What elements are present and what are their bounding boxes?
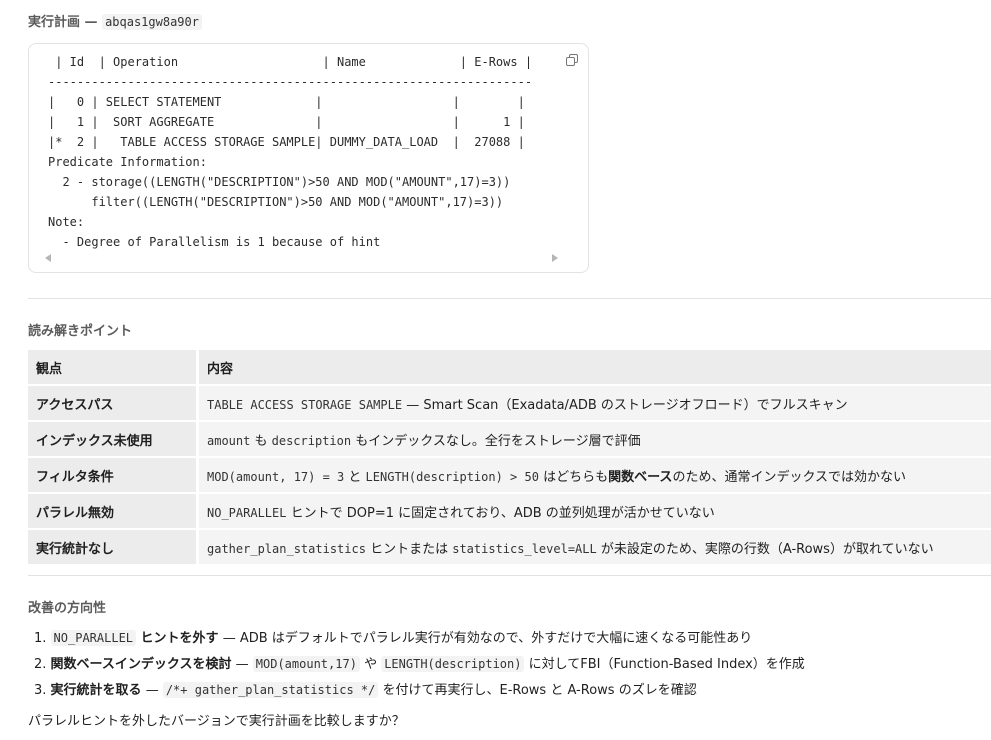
plan-heading-label: 実行計画 —	[28, 15, 98, 30]
improve-heading: 改善の方向性	[28, 601, 107, 616]
row-value: MOD(amount, 17) = 3 と LENGTH(description…	[199, 458, 991, 494]
code-span: description	[271, 433, 352, 448]
divider	[28, 298, 991, 299]
bold-span: 関数ベース	[608, 469, 673, 485]
code-span: /*+ gather_plan_statistics */	[162, 682, 379, 698]
bold-span: 実行統計を取る	[50, 683, 142, 698]
row-value: gather_plan_statistics ヒントまたは statistics…	[199, 530, 991, 566]
sql-id: abqas1gw8a90r	[102, 14, 202, 30]
bold-span: 関数ベースインデックスを検討	[50, 657, 232, 672]
plan-heading: 実行計画 — abqas1gw8a90r	[28, 11, 202, 30]
row-value: NO_PARALLEL ヒントで DOP=1 に固定されており、ADB の並列処…	[199, 494, 991, 530]
points-table: 観点 内容 アクセスパス TABLE ACCESS STORAGE SAMPLE…	[28, 350, 991, 566]
code-span: MOD(amount,17)	[252, 656, 360, 672]
text-span: — Smart Scan（Exadata/ADB のストレージオフロード）でフル…	[402, 397, 848, 413]
code-span: NO_PARALLEL	[207, 505, 287, 520]
plan-text: | Id | Operation | Name | E-Rows | -----…	[48, 55, 533, 249]
text-span: が未設定のため、実際の行数（A-Rows）が取れていない	[596, 541, 934, 557]
row-key: アクセスパス	[28, 386, 199, 422]
list-number: 1.	[34, 631, 47, 646]
row-key: インデックス未使用	[28, 422, 199, 458]
header-content: 内容	[199, 350, 991, 386]
table-row: 実行統計なし gather_plan_statistics ヒントまたは sta…	[28, 530, 991, 566]
list-item: 1. NO_PARALLEL ヒントを外す — ADB はデフォルトでパラレル実…	[34, 627, 752, 646]
scroll-left-arrow-icon[interactable]	[45, 254, 51, 262]
table-row: インデックス未使用 amount も description もインデックスなし…	[28, 422, 991, 458]
text-span: —	[231, 657, 253, 672]
text-span: —	[141, 683, 163, 698]
text-span: に対してFBI（Function-Based Index）を作成	[524, 657, 805, 672]
table-row: パラレル無効 NO_PARALLEL ヒントで DOP=1 に固定されており、A…	[28, 494, 991, 530]
text-span: と	[344, 469, 366, 485]
text-span: — ADB はデフォルトでパラレル実行が有効なので、外すだけで大幅に速くなる可能…	[218, 631, 753, 646]
divider	[28, 575, 991, 576]
row-key: パラレル無効	[28, 494, 199, 530]
row-key: フィルタ条件	[28, 458, 199, 494]
list-number: 3.	[34, 683, 47, 698]
code-span: MOD(amount, 17) = 3	[207, 469, 345, 484]
list-item: 2. 関数ベースインデックスを検討 — MOD(amount,17) や LEN…	[34, 653, 805, 672]
text-span: を付けて再実行し、E-Rows と A-Rows のズレを確認	[378, 683, 697, 698]
row-value: amount も description もインデックスなし。全行をストレージ層…	[199, 422, 991, 458]
code-span: amount	[207, 433, 251, 448]
text-span: も	[250, 433, 272, 449]
scroll-right-arrow-icon[interactable]	[552, 254, 558, 262]
code-span: statistics_level=ALL	[452, 541, 597, 556]
text-span: ヒントまたは	[365, 541, 453, 557]
text-span: もインデックスなし。全行をストレージ層で評価	[351, 433, 641, 449]
code-span: TABLE ACCESS STORAGE SAMPLE	[207, 397, 403, 412]
copy-icon[interactable]	[566, 54, 578, 66]
code-span: NO_PARALLEL	[50, 630, 137, 646]
text-span: のため、通常インデックスでは効かない	[672, 469, 907, 485]
list-number: 2.	[34, 657, 47, 672]
text-span: や	[359, 657, 382, 672]
header-aspect: 観点	[28, 350, 199, 386]
code-span: LENGTH(description)	[381, 656, 525, 672]
row-value: TABLE ACCESS STORAGE SAMPLE — Smart Scan…	[199, 386, 991, 422]
list-item: 3. 実行統計を取る — /*+ gather_plan_statistics …	[34, 679, 697, 698]
table-row: アクセスパス TABLE ACCESS STORAGE SAMPLE — Sma…	[28, 386, 991, 422]
text-span: はどちらも	[538, 469, 609, 485]
plan-code-block: | Id | Operation | Name | E-Rows | -----…	[28, 43, 589, 273]
table-row: フィルタ条件 MOD(amount, 17) = 3 と LENGTH(desc…	[28, 458, 991, 494]
row-key: 実行統計なし	[28, 530, 199, 566]
points-heading: 読み解きポイント	[28, 324, 133, 339]
final-question: パラレルヒントを外したバージョンで実行計画を比較しますか？	[28, 714, 405, 729]
bold-span: ヒントを外す	[136, 631, 219, 646]
code-span: gather_plan_statistics	[207, 541, 366, 556]
table-header-row: 観点 内容	[28, 350, 991, 386]
text-span: ヒントで DOP=1 に固定されており、ADB の並列処理が活かせていない	[286, 505, 715, 521]
code-span: LENGTH(description) > 50	[365, 469, 539, 484]
